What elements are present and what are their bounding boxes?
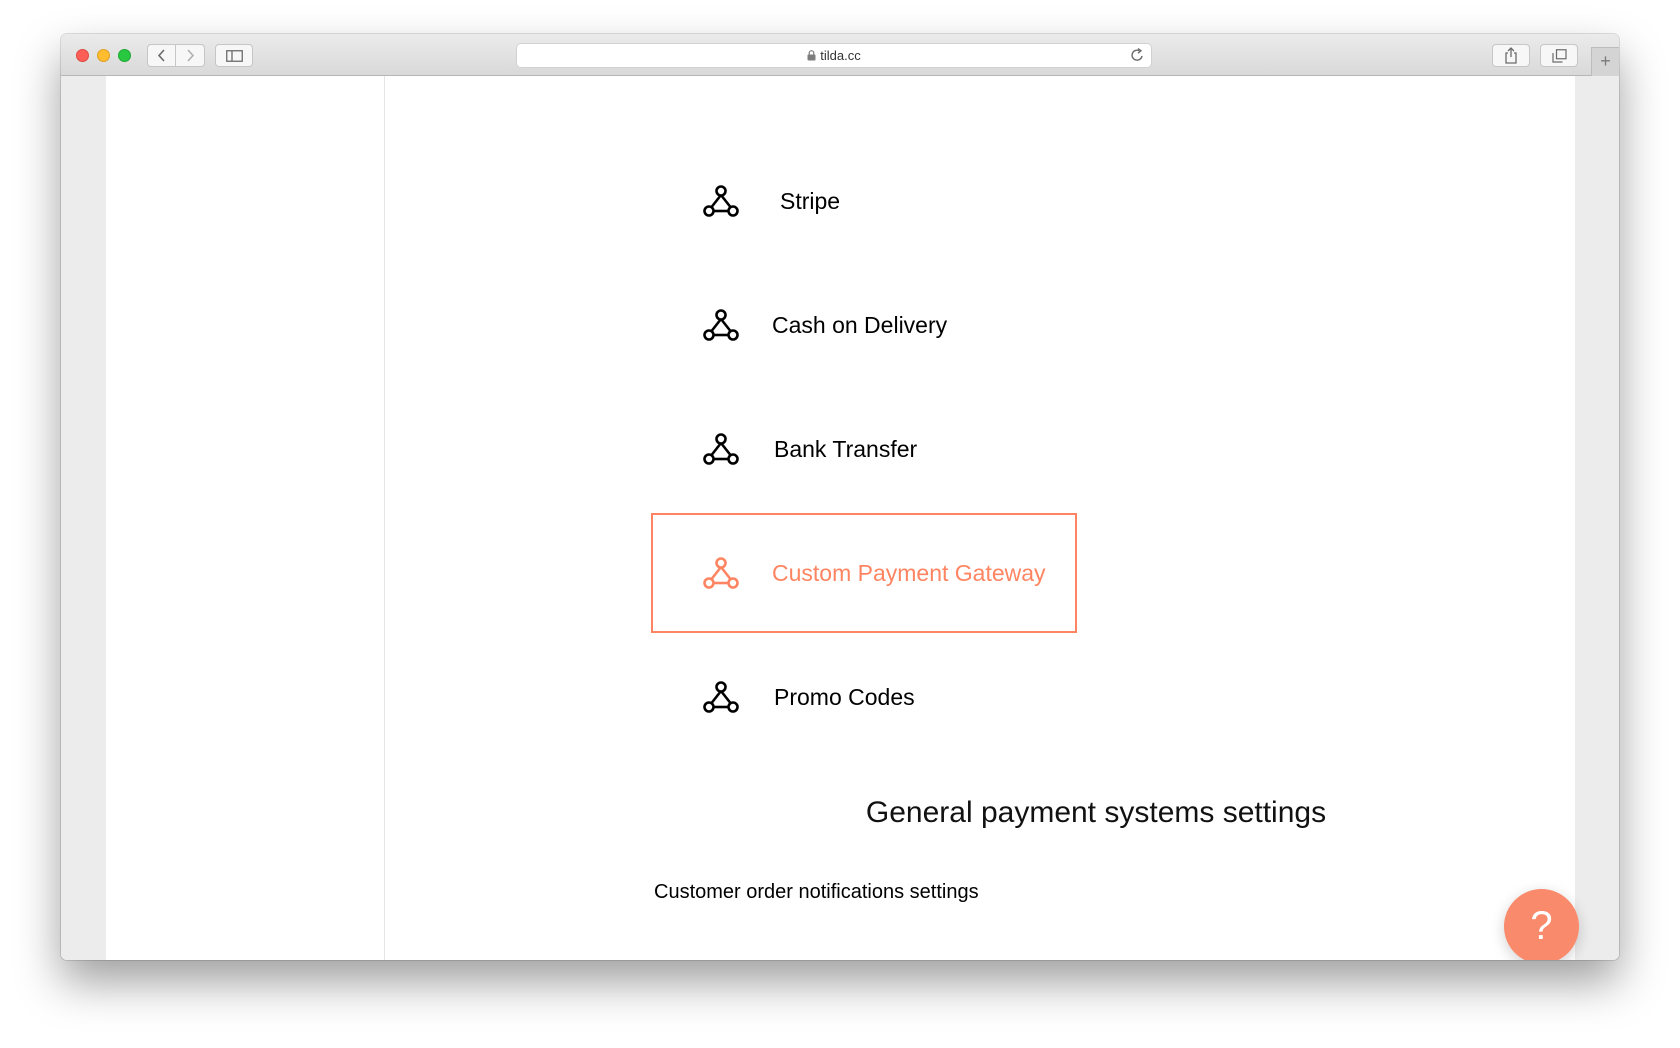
new-tab-button[interactable]: + — [1591, 47, 1619, 76]
page-content: Stripe Cash on Delivery Bank Transfer Cu… — [106, 76, 1575, 960]
payment-item-label: Bank Transfer — [774, 436, 918, 462]
minimize-window-button[interactable] — [97, 49, 110, 62]
reload-icon[interactable] — [1130, 47, 1145, 63]
question-mark-icon: ? — [1530, 904, 1553, 948]
browser-toolbar: tilda.cc + — [61, 34, 1619, 76]
payment-item-label: Promo Codes — [774, 684, 915, 710]
close-window-button[interactable] — [76, 49, 89, 62]
payment-item-stripe[interactable]: Stripe — [651, 141, 1077, 261]
chevron-right-icon — [186, 49, 194, 62]
browser-window: tilda.cc + Stripe Cash on Delivery Bank … — [61, 34, 1619, 960]
customer-notifications-link[interactable]: Customer order notifications settings — [654, 881, 979, 904]
payment-item-custom-payment-gateway[interactable]: Custom Payment Gateway — [651, 513, 1077, 633]
network-nodes-icon — [703, 681, 739, 713]
zoom-window-button[interactable] — [118, 49, 131, 62]
payment-item-label: Custom Payment Gateway — [772, 560, 1046, 586]
tabs-icon — [1551, 48, 1567, 63]
navigation-buttons — [147, 44, 205, 67]
tabs-overview-button[interactable] — [1540, 44, 1578, 67]
payment-item-promo-codes[interactable]: Promo Codes — [651, 637, 1077, 757]
payment-item-label: Cash on Delivery — [772, 312, 948, 338]
lock-icon — [807, 50, 816, 61]
network-nodes-icon — [703, 185, 739, 217]
network-nodes-icon — [703, 309, 739, 341]
payment-item-bank-transfer[interactable]: Bank Transfer — [651, 389, 1077, 509]
sidebar-icon — [225, 49, 243, 62]
sidebar-toggle-button[interactable] — [215, 44, 253, 67]
payment-item-cash-on-delivery[interactable]: Cash on Delivery — [651, 265, 1077, 385]
address-bar[interactable]: tilda.cc — [516, 43, 1152, 68]
help-button[interactable]: ? — [1504, 889, 1579, 960]
back-button[interactable] — [147, 44, 176, 67]
network-nodes-icon — [703, 433, 739, 465]
share-icon — [1505, 47, 1517, 64]
address-text: tilda.cc — [517, 44, 1151, 67]
browser-viewport: Stripe Cash on Delivery Bank Transfer Cu… — [61, 76, 1619, 960]
plus-icon: + — [1600, 51, 1611, 71]
chevron-left-icon — [157, 49, 165, 62]
forward-button[interactable] — [176, 44, 205, 67]
url-text: tilda.cc — [820, 48, 861, 63]
share-button[interactable] — [1492, 44, 1530, 67]
payment-item-label: Stripe — [780, 188, 841, 214]
general-settings-heading: General payment systems settings — [865, 796, 1327, 829]
network-nodes-icon — [703, 557, 739, 589]
sidebar-divider — [384, 76, 385, 960]
